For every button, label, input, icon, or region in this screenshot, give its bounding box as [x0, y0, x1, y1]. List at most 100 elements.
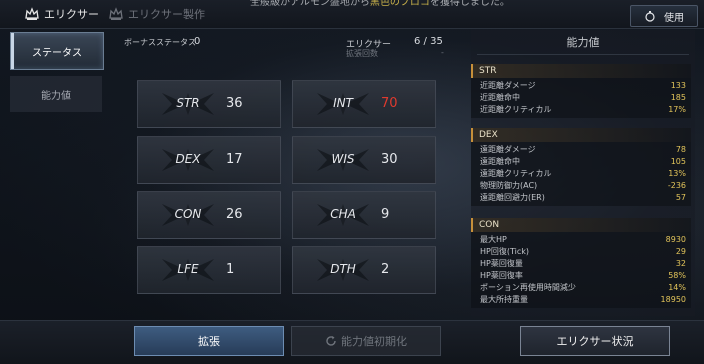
ability-row-label: 近距離クリティカル [480, 105, 552, 114]
stat-name: WIS [331, 152, 355, 166]
ability-row-label: 近距離ダメージ [480, 81, 536, 90]
ability-row: 近距離クリティカル 17% [480, 104, 686, 116]
expand-count-value: - [441, 48, 444, 57]
ability-row: 遠距離回避力(ER) 57 [480, 192, 686, 204]
stat-value: 36 [226, 96, 243, 111]
ability-group-header: STR [471, 64, 691, 78]
stat-value: 30 [381, 152, 398, 167]
stat-card-dex: DEX 17 [137, 136, 281, 184]
ability-row-value: 133 [670, 81, 686, 90]
ability-row: HP回復(Tick) 29 [480, 246, 686, 258]
ability-row-label: HP回復(Tick) [480, 247, 529, 256]
ability-row-value: 17% [668, 105, 686, 114]
elixir-status-label: エリクサー状況 [556, 335, 634, 348]
ability-group-str: STR 近距離ダメージ 133 近距離命中 185 近距離クリティカル 17% [471, 64, 691, 118]
tab-craft-label: エリクサー製作 [128, 8, 205, 21]
stat-value: 17 [226, 152, 243, 167]
ability-row-label: 遠距離クリティカル [480, 169, 552, 178]
ability-row: 最大所持重量 18950 [480, 294, 686, 306]
expand-button-label: 拡張 [198, 335, 220, 348]
ability-row: HP薬回復量 32 [480, 258, 686, 270]
ability-row-label: 遠距離回避力(ER) [480, 193, 545, 202]
sidebar-item-label: ステータス [32, 47, 82, 59]
stat-name: INT [333, 96, 353, 110]
stat-card-dth: DTH 2 [292, 246, 436, 294]
sidebar-item-status[interactable]: ステータス [10, 32, 104, 70]
bonus-status-label: ボーナスステータス [124, 38, 196, 47]
ability-row: 遠距離ダメージ 78 [480, 144, 686, 156]
reset-ability-button[interactable]: 能力値初期化 [291, 326, 441, 356]
ability-group-header: DEX [471, 128, 691, 142]
ability-group-con: CON 最大HP 8930 HP回復(Tick) 29 HP薬回復量 32 HP薬回復率 58%… [471, 218, 691, 308]
elixir-status-button[interactable]: エリクサー状況 [520, 326, 670, 356]
notice-highlight: 黒色のブロコ [369, 0, 430, 8]
ability-row-value: 78 [675, 145, 686, 154]
refresh-icon [326, 336, 336, 346]
ability-row-value: 185 [670, 93, 686, 102]
ability-row-label: HP薬回復率 [480, 271, 523, 280]
use-button-label: 使用 [664, 12, 684, 24]
stat-value: 2 [381, 262, 390, 277]
stat-card-str: STR 36 [137, 80, 281, 128]
stat-card-cha: CHA 9 [292, 191, 436, 239]
ability-row-value: 13% [668, 169, 686, 178]
elixir-count-value: 6 / 35 [414, 36, 443, 47]
sidebar: ステータス 能力値 [10, 32, 104, 317]
ability-row-value: 18950 [660, 295, 686, 304]
stat-name: DTH [330, 262, 356, 276]
ability-row-value: 58% [668, 271, 686, 280]
ability-row-value: 32 [675, 259, 686, 268]
ability-row-label: 近距離命中 [480, 93, 520, 102]
stat-card-wis: WIS 30 [292, 136, 436, 184]
ability-row: 最大HP 8930 [480, 234, 686, 246]
stat-name: CHA [330, 207, 356, 221]
ability-row: ポーション再使用時間減少 14% [480, 282, 686, 294]
ability-panel: 能力値 STR 近距離ダメージ 133 近距離命中 185 近距離クリティカル 17% DEX… [471, 30, 695, 316]
use-button[interactable]: 使用 [630, 5, 698, 27]
crown-icon [109, 7, 123, 20]
ability-row-label: 最大HP [480, 235, 507, 244]
notice-text: 全般級がアルモン盤地から [250, 0, 370, 8]
notice-text-end: を獲得しました。 [429, 0, 510, 8]
ability-row: 近距離ダメージ 133 [480, 80, 686, 92]
ability-panel-title: 能力値 [566, 36, 600, 49]
ability-row: 近距離命中 185 [480, 92, 686, 104]
ability-row-label: 物理防御力(AC) [480, 181, 538, 190]
reset-button-label: 能力値初期化 [341, 335, 407, 348]
sidebar-item-ability[interactable]: 能力値 [10, 76, 102, 112]
stat-name: CON [174, 207, 202, 221]
system-notice: 全般級がアルモン盤地から黒色のブロコを獲得しました。 [250, 0, 510, 8]
tab-elixir-label: エリクサー [44, 8, 99, 21]
ability-row-label: ポーション再使用時間減少 [480, 283, 576, 292]
ability-row: 遠距離クリティカル 13% [480, 168, 686, 180]
stat-value: 26 [226, 207, 243, 222]
ability-row-value: 57 [675, 193, 686, 202]
ability-group-header: CON [471, 218, 691, 232]
stat-card-lfe: LFE 1 [137, 246, 281, 294]
expand-count-label: 拡張回数 [346, 49, 378, 58]
stat-name: STR [176, 96, 200, 110]
potion-icon [645, 11, 655, 22]
stat-value: 1 [226, 262, 235, 277]
bonus-status-value: 0 [194, 36, 201, 47]
ability-row-value: -236 [667, 181, 686, 190]
stat-card-con: CON 26 [137, 191, 281, 239]
crown-icon [25, 7, 39, 20]
ability-group-dex: DEX 遠距離ダメージ 78 遠距離命中 105 遠距離クリティカル 13% 物理防御力(AC… [471, 128, 691, 206]
ability-row-label: 最大所持重量 [480, 295, 528, 304]
ability-row-value: 29 [675, 247, 686, 256]
stat-value: 9 [381, 207, 390, 222]
tab-elixir[interactable]: エリクサー [24, 4, 99, 24]
ability-row-label: 遠距離ダメージ [480, 145, 536, 154]
sidebar-item-label: 能力値 [41, 90, 71, 102]
ability-row-value: 105 [670, 157, 686, 166]
expand-button[interactable]: 拡張 [134, 326, 284, 356]
ability-row: HP薬回復率 58% [480, 270, 686, 282]
ability-row-value: 14% [668, 283, 686, 292]
ability-row-label: 遠距離命中 [480, 157, 520, 166]
ability-row-label: HP薬回復量 [480, 259, 523, 268]
divider [477, 54, 689, 55]
stat-name: DEX [175, 152, 201, 166]
tab-elixir-craft[interactable]: エリクサー製作 [108, 4, 205, 24]
stat-card-int: INT 70 [292, 80, 436, 128]
